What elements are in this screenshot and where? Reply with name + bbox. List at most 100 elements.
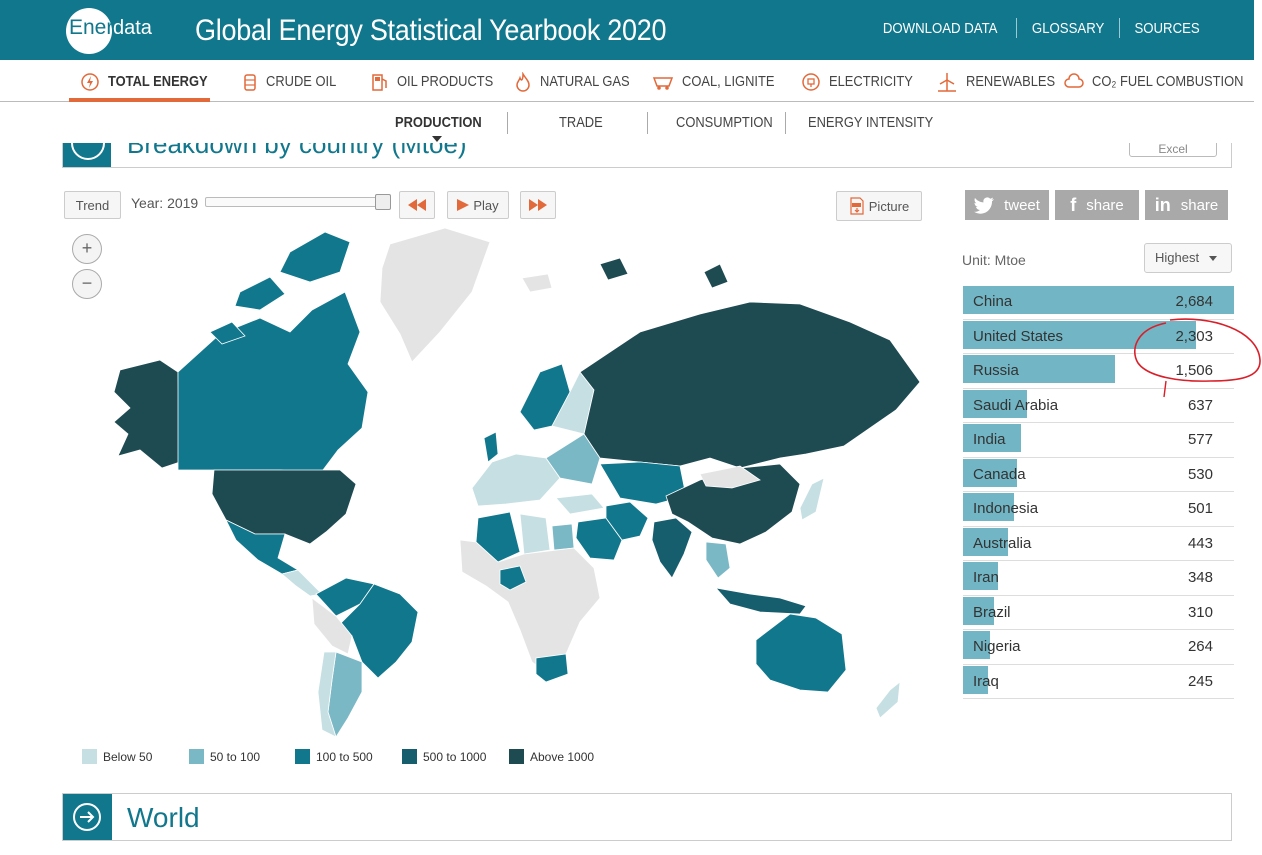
top-link-separator — [1015, 18, 1017, 38]
nav-co2-fuel-combustion[interactable]: CO₂ FUEL COMBUSTION — [1064, 61, 1262, 102]
tweet-button[interactable]: tweet — [965, 190, 1049, 220]
nav-crude-oil[interactable]: CRUDE OIL — [242, 61, 348, 102]
ranking-value: 530 — [1187, 465, 1213, 483]
ranking-country-name: Indonesia — [973, 500, 1039, 517]
nav-label: CRUDE OIL — [266, 73, 337, 90]
map-region-south-africa[interactable] — [535, 653, 569, 683]
map-region-western-europe[interactable] — [471, 453, 561, 507]
ranking-row[interactable]: Saudi Arabia 637 — [963, 389, 1234, 423]
subnav-separator — [785, 112, 786, 134]
map-region-canada[interactable] — [177, 291, 369, 475]
subnav-energy-intensity[interactable]: ENERGY INTENSITY — [808, 114, 954, 131]
top-bar: Ener data Global Energy Statistical Year… — [0, 0, 1254, 60]
legend-swatch — [509, 749, 524, 764]
section-toggle-icon[interactable] — [63, 143, 111, 167]
excel-button[interactable]: Excel — [1129, 143, 1217, 157]
map-region-turkey[interactable] — [555, 493, 605, 515]
ranking-value: 310 — [1187, 603, 1213, 621]
map-region-japan[interactable] — [799, 477, 825, 521]
ranking-country-name: Saudi Arabia — [973, 396, 1059, 414]
nav-total-energy[interactable]: TOTAL ENERGY — [69, 61, 210, 102]
ranking-row[interactable]: Iran 348 — [963, 561, 1234, 596]
nav-oil-products[interactable]: OIL PRODUCTS — [371, 61, 509, 102]
world-map[interactable] — [100, 222, 940, 742]
map-region-russia[interactable] — [579, 301, 921, 469]
subnav-separator — [647, 112, 648, 134]
glossary-link[interactable]: GLOSSARY — [1023, 20, 1113, 37]
section-title: Breakdown by country (Mtoe) — [127, 143, 467, 159]
ranking-value: 2,303 — [1175, 327, 1213, 345]
facebook-share-button[interactable]: f share — [1055, 190, 1139, 220]
ranking-row[interactable]: Canada 530 — [963, 458, 1234, 492]
world-section-header[interactable]: World — [62, 793, 1232, 841]
nav-label: RENEWABLES — [966, 73, 1056, 90]
fuel-pump-icon — [372, 73, 387, 91]
ranking-row[interactable]: Russia 1,506 — [963, 354, 1234, 389]
ranking-value: 577 — [1187, 431, 1213, 448]
subnav-trade[interactable]: TRADE — [559, 114, 610, 131]
trend-button[interactable]: Trend — [64, 191, 121, 219]
download-data-link[interactable]: DOWNLOAD DATA — [874, 20, 1006, 37]
ranking-country-name: Australia — [973, 534, 1032, 552]
ranking-row[interactable]: India 577 — [963, 423, 1234, 458]
legend-label: 500 to 1000 — [423, 749, 487, 764]
ranking-row[interactable]: Indonesia 501 — [963, 492, 1234, 527]
nav-coal-lignite[interactable]: COAL, LIGNITE — [652, 61, 790, 102]
legend-swatch — [295, 749, 310, 764]
picture-label: Picture — [868, 198, 910, 214]
nav-natural-gas[interactable]: NATURAL GAS — [514, 61, 644, 102]
country-ranking: China 2,684 United States 2,303 Russia 1,506 S… — [963, 285, 1234, 699]
ranking-value: 2,684 — [1175, 293, 1213, 310]
legend-label: Above 1000 — [530, 749, 595, 764]
world-section-toggle[interactable] — [63, 794, 112, 840]
map-region-central-america[interactable] — [281, 569, 323, 597]
fast-forward-button[interactable] — [520, 191, 556, 219]
ranking-value: 1,506 — [1175, 362, 1213, 379]
map-region-svalbard[interactable] — [599, 257, 729, 289]
play-button[interactable]: Play — [447, 191, 509, 219]
ranking-row[interactable]: Australia 443 — [963, 527, 1234, 561]
rewind-button[interactable] — [399, 191, 435, 219]
zoom-in-button[interactable]: + — [72, 234, 102, 264]
sources-link[interactable]: SOURCES — [1125, 20, 1208, 37]
oil-barrel-icon — [244, 73, 256, 91]
map-region-alaska[interactable] — [113, 359, 181, 469]
cloud-icon — [1064, 72, 1084, 88]
subnav-label: TRADE — [559, 114, 603, 131]
play-icon — [457, 199, 470, 211]
zoom-out-button[interactable]: − — [72, 269, 102, 299]
ranking-value: 501 — [1187, 500, 1213, 517]
picture-button[interactable]: Picture — [836, 191, 922, 221]
map-region-africa[interactable] — [459, 539, 601, 677]
map-region-iceland[interactable] — [521, 273, 553, 293]
year-slider-handle[interactable] — [375, 194, 391, 210]
ranking-row[interactable]: China 2,684 — [963, 285, 1234, 320]
map-region-united-kingdom[interactable] — [483, 431, 499, 463]
map-region-greenland[interactable] — [379, 227, 491, 363]
nav-renewables[interactable]: RENEWABLES — [936, 61, 1070, 102]
map-region-india[interactable] — [651, 517, 693, 579]
legend-item: 100 to 500 — [295, 749, 402, 764]
map-legend: Below 50 50 to 100 100 to 500 500 to 100… — [82, 749, 594, 764]
ranking-row[interactable]: Iraq 245 — [963, 665, 1234, 699]
linkedin-share-button[interactable]: in share — [1145, 190, 1228, 220]
ranking-row[interactable]: Brazil 310 — [963, 596, 1234, 630]
subnav-consumption[interactable]: CONSUMPTION — [676, 114, 789, 131]
ranking-country-name: Iran — [973, 569, 999, 586]
ranking-country-name: Canada — [973, 465, 1026, 483]
ranking-row[interactable]: United States 2,303 — [963, 320, 1234, 354]
map-region-australia[interactable] — [755, 613, 847, 693]
ranking-row[interactable]: Nigeria 264 — [963, 630, 1234, 665]
year-slider[interactable] — [205, 197, 390, 207]
nav-label: TOTAL ENERGY — [108, 73, 208, 90]
nav-electricity[interactable]: ELECTRICITY — [801, 61, 927, 102]
site-title: Global Energy Statistical Yearbook 2020 — [195, 14, 667, 47]
map-region-new-zealand[interactable] — [875, 681, 901, 719]
map-region-southeast-asia[interactable] — [705, 541, 731, 579]
subnav-production[interactable]: PRODUCTION — [395, 114, 496, 131]
map-region-libya[interactable] — [519, 513, 551, 555]
map-region-indonesia[interactable] — [714, 587, 807, 615]
wind-turbine-icon — [938, 72, 956, 92]
map-region-egypt[interactable] — [551, 523, 575, 551]
sort-dropdown[interactable]: Highest — [1144, 243, 1232, 273]
